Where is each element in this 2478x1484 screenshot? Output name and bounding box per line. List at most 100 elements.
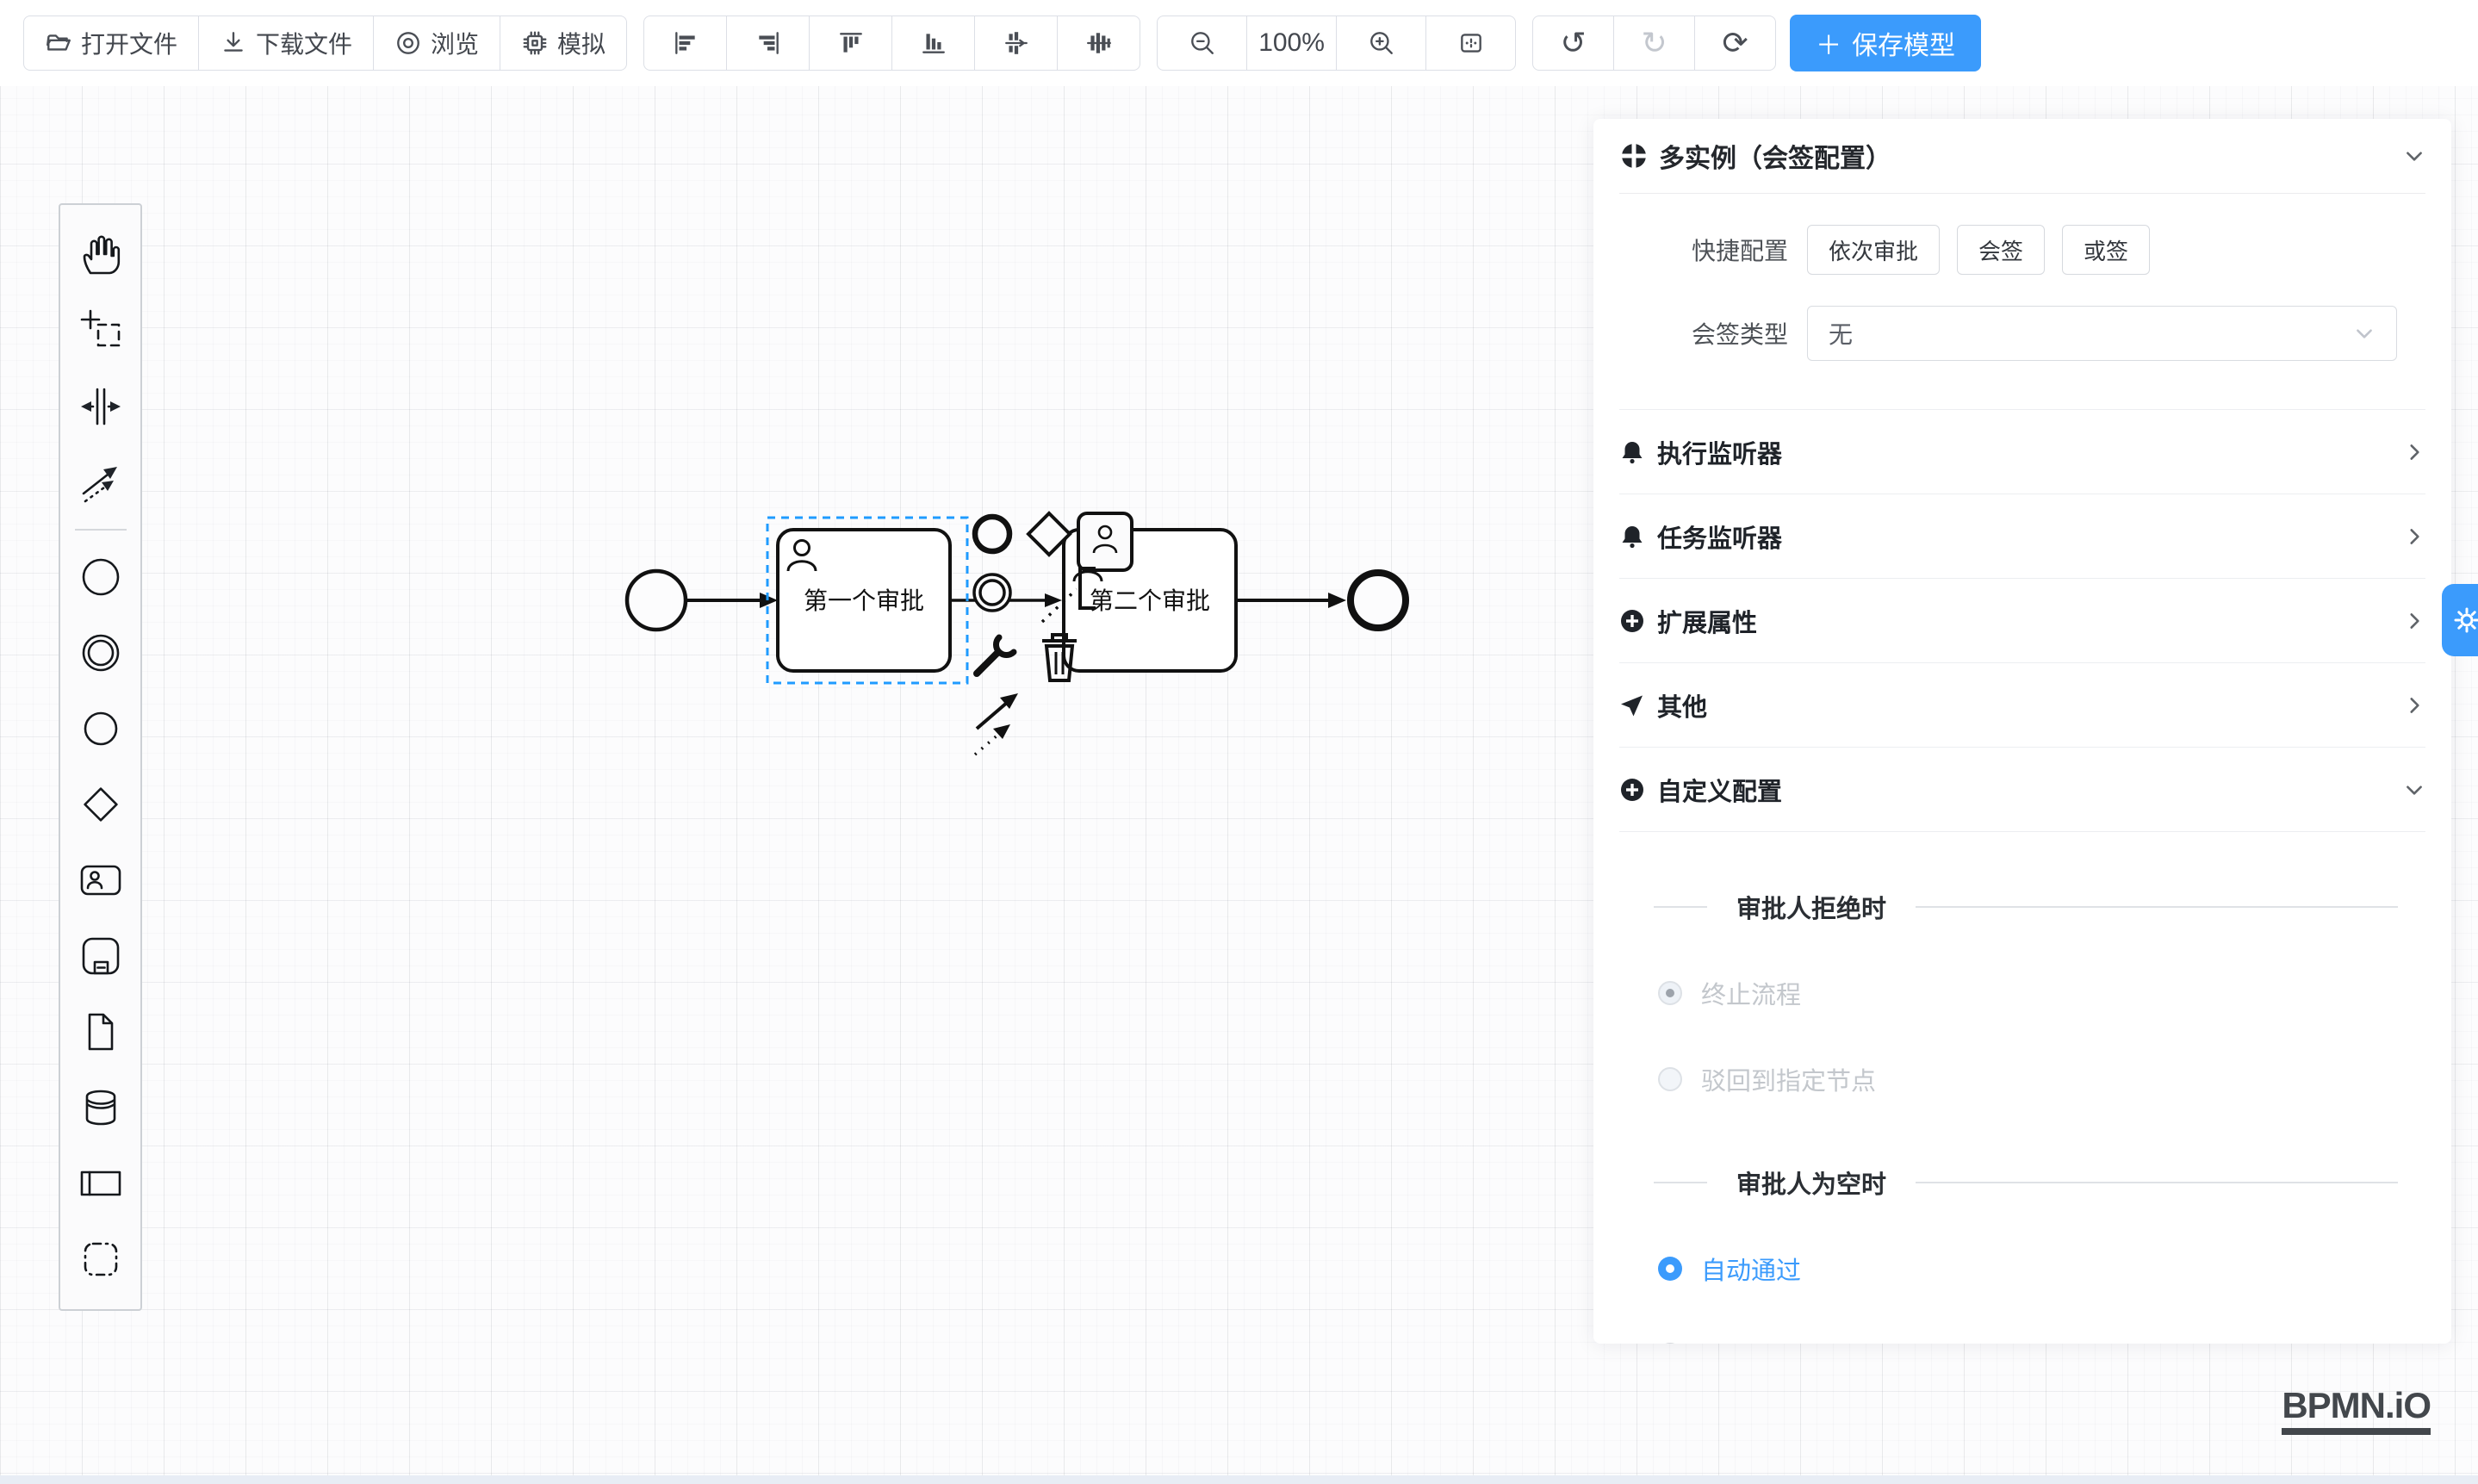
align-right-button[interactable]	[726, 16, 810, 71]
append-intermediate-event-button[interactable]	[974, 574, 1010, 611]
create-end-event[interactable]	[60, 691, 140, 767]
simulate-button[interactable]: 模拟	[500, 16, 627, 71]
save-model-button[interactable]: ＋ 保存模型	[1790, 15, 1981, 71]
section-custom-config[interactable]: 自定义配置	[1619, 748, 2425, 832]
end-event-node[interactable]	[1351, 573, 1406, 628]
file-button-group: 打开文件 下载文件 浏览 模拟	[23, 16, 627, 71]
create-user-task[interactable]	[60, 842, 140, 918]
settings-edge-tab[interactable]	[2442, 584, 2478, 656]
restart-button[interactable]: ⟳	[1694, 16, 1776, 71]
radio-label: 终止流程	[1701, 975, 1801, 1011]
simulate-label: 模拟	[557, 26, 606, 60]
align-center-button[interactable]	[974, 16, 1058, 71]
plus-icon: ＋	[1816, 24, 1841, 62]
sign-type-select[interactable]: 无	[1807, 306, 2397, 361]
change-type-button[interactable]	[977, 637, 1014, 674]
sequence-flow-3[interactable]	[1236, 593, 1346, 608]
section-task-listener[interactable]: 任务监听器	[1619, 494, 2425, 579]
end-event-icon	[79, 707, 122, 750]
chevron-down-icon[interactable]	[2403, 145, 2425, 167]
space-tool[interactable]	[60, 369, 140, 444]
hand-icon	[79, 233, 122, 276]
section-execution-listener[interactable]: 执行监听器	[1619, 410, 2425, 494]
reset-zoom-button[interactable]	[1425, 16, 1516, 71]
option-label: 会签	[1978, 234, 2023, 266]
user-task-icon	[79, 859, 122, 902]
align-left-icon	[672, 29, 699, 57]
section-label: 任务监听器	[1657, 518, 1782, 555]
create-data-store[interactable]	[60, 1070, 140, 1146]
start-event-node[interactable]	[627, 571, 686, 630]
zoom-in-button[interactable]	[1336, 16, 1426, 71]
align-left-button[interactable]	[643, 16, 727, 71]
radio-selected[interactable]	[1658, 1257, 1682, 1281]
chevron-down-icon	[2353, 322, 2376, 345]
sequential-approve-button[interactable]: 依次审批	[1807, 225, 1940, 275]
delete-button[interactable]	[1042, 635, 1077, 680]
section-label: 扩展属性	[1657, 603, 1757, 639]
bottom-strip	[0, 1475, 2478, 1484]
section-label: 自定义配置	[1657, 772, 1782, 808]
radio-disabled-unselected[interactable]	[1658, 1067, 1682, 1091]
plus-circle-icon	[1619, 608, 1645, 634]
folder-open-icon	[45, 29, 72, 57]
quick-config-row: 快捷配置 依次审批 会签 或签	[1619, 225, 2425, 275]
or-sign-button[interactable]: 或签	[2062, 225, 2150, 275]
chevron-right-icon	[2403, 610, 2425, 632]
redo-button[interactable]: ↻	[1613, 16, 1695, 71]
participant-icon	[79, 1162, 122, 1205]
panel-sections: 执行监听器 任务监听器 扩展属性 其他 自定义配置	[1619, 409, 2425, 832]
section-other[interactable]: 其他	[1619, 663, 2425, 748]
create-intermediate-event[interactable]	[60, 615, 140, 691]
radio-unselected[interactable]	[1658, 1343, 1682, 1344]
preview-button[interactable]: 浏览	[373, 16, 500, 71]
refresh-icon: ⟳	[1722, 28, 1748, 59]
bpmn-palette	[59, 203, 142, 1311]
sign-type-label: 会签类型	[1662, 316, 1788, 351]
create-subprocess[interactable]	[60, 918, 140, 994]
task-label: 第一个审批	[804, 587, 924, 614]
countersign-button[interactable]: 会签	[1957, 225, 2045, 275]
radio-auto-reject[interactable]: 自动拒绝	[1658, 1337, 2425, 1344]
create-start-event[interactable]	[60, 539, 140, 615]
quick-config-label: 快捷配置	[1662, 233, 1788, 267]
radio-label: 自动通过	[1701, 1251, 1801, 1287]
append-task-button[interactable]	[1078, 513, 1132, 570]
open-file-button[interactable]: 打开文件	[23, 16, 199, 71]
align-bottom-button[interactable]	[891, 16, 975, 71]
eye-icon	[394, 29, 422, 57]
section-extension-properties[interactable]: 扩展属性	[1619, 579, 2425, 663]
sequence-flow-1[interactable]	[686, 593, 778, 608]
radio-return-to-node[interactable]: 驳回到指定节点	[1658, 1061, 2425, 1097]
preview-label: 浏览	[431, 26, 479, 60]
panel-header[interactable]: 多实例（会签配置）	[1619, 119, 2425, 194]
user-task-node-1[interactable]: 第一个审批	[778, 530, 950, 671]
sign-type-row: 会签类型 无	[1619, 306, 2425, 361]
create-participant[interactable]	[60, 1146, 140, 1221]
global-connect-tool[interactable]	[60, 444, 140, 520]
lasso-tool[interactable]	[60, 293, 140, 369]
divider-line	[1654, 906, 1707, 908]
create-group[interactable]	[60, 1221, 140, 1297]
reset-zoom-icon	[1457, 29, 1485, 57]
zoom-out-icon	[1189, 29, 1216, 57]
append-end-event-button[interactable]	[975, 517, 1009, 551]
lasso-icon	[79, 309, 122, 352]
download-file-button[interactable]: 下载文件	[198, 16, 374, 71]
radio-auto-pass[interactable]: 自动通过	[1658, 1251, 2425, 1287]
align-top-icon	[837, 29, 865, 57]
bpmn-canvas[interactable]: 第一个审批 第二个审批	[603, 482, 1464, 810]
create-data-object[interactable]	[60, 994, 140, 1070]
radio-terminate-process[interactable]: 终止流程	[1658, 975, 2425, 1011]
radio-disabled-selected[interactable]	[1658, 981, 1682, 1005]
align-middle-button[interactable]	[1057, 16, 1140, 71]
plus-circle-icon	[1619, 777, 1645, 803]
chevron-right-icon	[2403, 525, 2425, 548]
hand-tool[interactable]	[60, 217, 140, 293]
zoom-level-indicator[interactable]: 100%	[1246, 16, 1337, 71]
align-top-button[interactable]	[809, 16, 892, 71]
connect-button[interactable]	[975, 693, 1018, 754]
undo-button[interactable]: ↺	[1532, 16, 1614, 71]
create-gateway[interactable]	[60, 767, 140, 842]
zoom-out-button[interactable]	[1157, 16, 1247, 71]
